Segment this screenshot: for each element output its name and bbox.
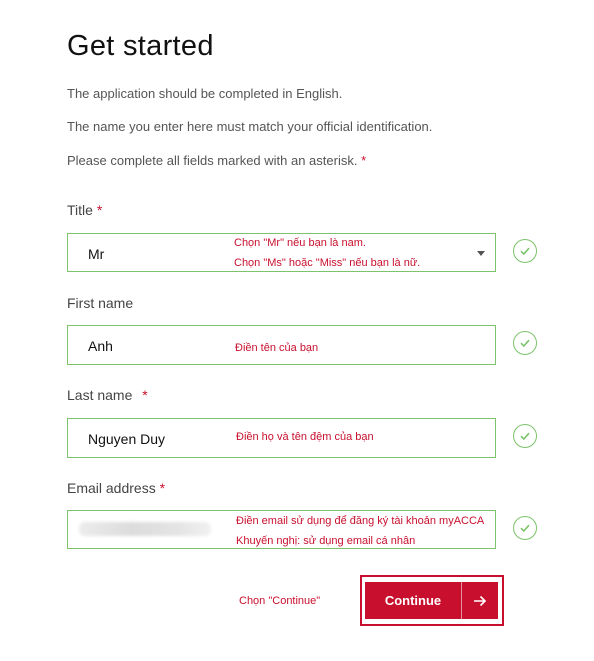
- page-title: Get started: [67, 30, 214, 62]
- title-note-female: Chọn "Ms" hoặc "Miss" nếu bạn là nữ.: [234, 257, 421, 269]
- email-label-text: Email address: [67, 480, 156, 496]
- continue-button[interactable]: Continue: [365, 582, 498, 619]
- email-label: Email address *: [67, 480, 165, 496]
- title-label-text: Title: [67, 202, 93, 218]
- check-circle-icon: [513, 424, 537, 448]
- required-asterisk: *: [159, 480, 166, 496]
- first-name-field[interactable]: Anh Điền tên của bạn: [67, 325, 496, 365]
- title-select[interactable]: Mr Chọn "Mr" nếu bạn là nam. Chọn "Ms" h…: [67, 233, 496, 272]
- title-select-value: Mr: [88, 246, 105, 262]
- continue-button-label: Continue: [384, 593, 442, 608]
- intro-english: The application should be completed in E…: [67, 86, 343, 101]
- required-asterisk: *: [96, 202, 103, 218]
- last-name-note: Điền họ và tên đệm của bạn: [236, 431, 374, 443]
- first-name-value: Anh: [88, 338, 113, 354]
- email-note-account: Điền email sử dụng để đăng ký tài khoản …: [236, 515, 485, 527]
- intro-identification: The name you enter here must match your …: [67, 119, 433, 134]
- check-circle-icon: [513, 239, 537, 263]
- last-name-value: Nguyen Duy: [88, 431, 166, 447]
- last-name-label: Last name *: [67, 387, 148, 403]
- email-redacted-value: [79, 522, 211, 536]
- chevron-down-icon[interactable]: [477, 251, 485, 256]
- get-started-page: Get started The application should be co…: [0, 0, 594, 661]
- intro-required-text: Please complete all fields marked with a…: [67, 153, 358, 168]
- required-asterisk: *: [361, 153, 367, 168]
- title-label: Title *: [67, 202, 102, 218]
- required-asterisk: *: [142, 387, 148, 403]
- title-note-male: Chọn "Mr" nếu bạn là nam.: [234, 237, 366, 249]
- first-name-label: First name: [67, 295, 134, 311]
- check-circle-icon: [513, 516, 537, 540]
- first-name-note: Điền tên của bạn: [235, 342, 319, 354]
- arrow-right-icon: [462, 595, 498, 607]
- continue-note: Chọn "Continue": [239, 595, 321, 607]
- email-field[interactable]: Điền email sử dụng để đăng ký tài khoản …: [67, 510, 496, 549]
- last-name-field[interactable]: Nguyen Duy Điền họ và tên đệm của bạn: [67, 418, 496, 458]
- email-note-recommendation: Khuyến nghị: sử dụng email cá nhân: [236, 535, 416, 547]
- last-name-label-text: Last name: [67, 387, 133, 403]
- check-circle-icon: [513, 331, 537, 355]
- intro-required-fields: Please complete all fields marked with a…: [67, 153, 366, 168]
